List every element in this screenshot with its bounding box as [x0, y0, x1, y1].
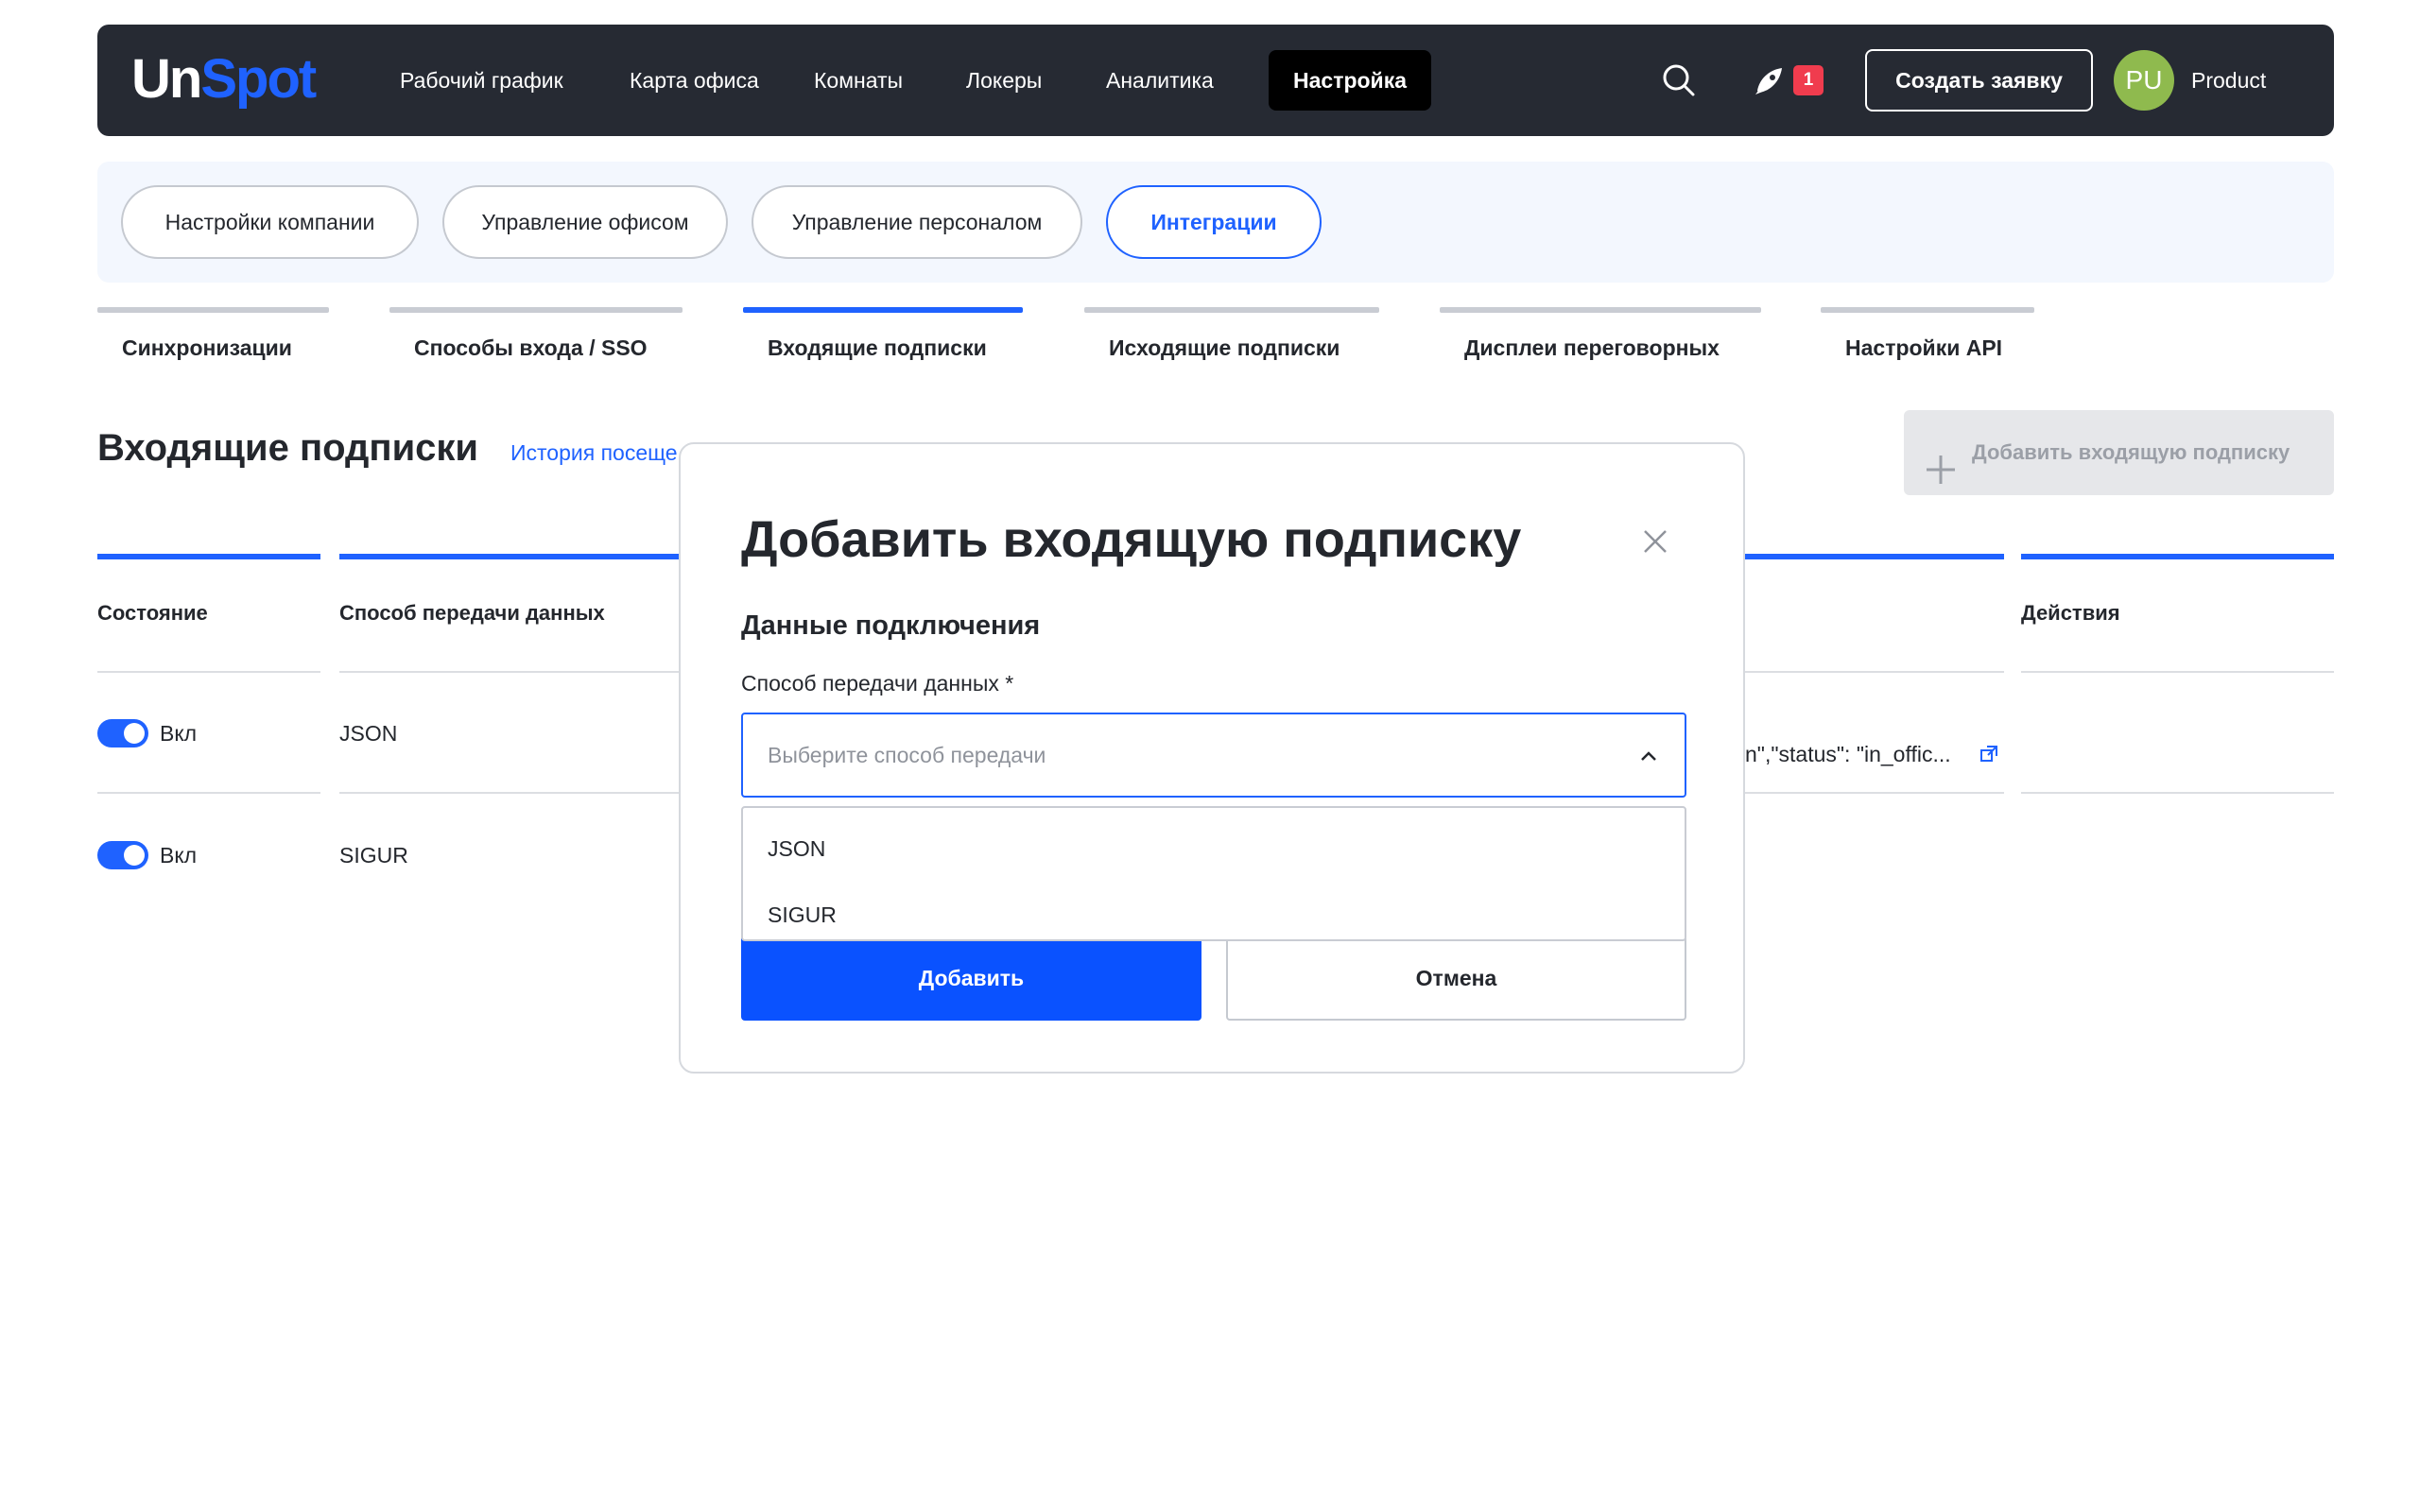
- external-link-icon[interactable]: [1979, 745, 1998, 768]
- settings-section-bar: Настройки компании Управление офисом Упр…: [97, 162, 2334, 283]
- modal-title: Добавить входящую подписку: [741, 511, 1522, 568]
- chevron-up-icon: [1637, 745, 1660, 772]
- tab-incoming-subscriptions[interactable]: Входящие подписки: [743, 307, 1023, 361]
- tab-label: Способы входа / SSO: [414, 335, 648, 360]
- toggle-knob: [124, 723, 145, 744]
- state-toggle[interactable]: [97, 719, 148, 747]
- method-cell: SIGUR: [339, 843, 408, 868]
- close-icon[interactable]: [1641, 527, 1669, 556]
- state-label: Вкл: [160, 721, 198, 746]
- state-toggle[interactable]: [97, 841, 148, 869]
- method-cell: JSON: [339, 721, 398, 746]
- user-avatar[interactable]: PU: [2114, 50, 2174, 111]
- tab-outgoing-subscriptions[interactable]: Исходящие подписки: [1084, 307, 1379, 361]
- column-indicator: [1730, 554, 2004, 559]
- cancel-button[interactable]: Отмена: [1226, 936, 1686, 1021]
- add-subscription-modal: Добавить входящую подписку Данные подклю…: [679, 442, 1745, 1074]
- toggle-knob: [124, 845, 145, 866]
- column-header-actions[interactable]: Действия: [2021, 554, 2334, 626]
- section-office-management[interactable]: Управление офисом: [442, 185, 728, 259]
- top-navbar: UnSpot Рабочий график Карта офиса Комнат…: [97, 25, 2334, 136]
- column-label: Состояние: [97, 601, 208, 625]
- notification-badge: 1: [1793, 65, 1824, 95]
- tab-sync[interactable]: Синхронизации: [97, 307, 329, 361]
- unspot-logo[interactable]: UnSpot: [131, 48, 317, 110]
- add-incoming-subscription-button: Добавить входящую подписку: [1904, 410, 2334, 495]
- column-indicator: [2021, 554, 2334, 559]
- row-divider: [2021, 671, 2334, 673]
- tab-api-settings[interactable]: Настройки API: [1821, 307, 2034, 361]
- page-title: Входящие подписки: [97, 427, 479, 469]
- row-divider: [97, 671, 320, 673]
- transfer-method-label: Способ передачи данных *: [741, 671, 1014, 696]
- tab-indicator: [1821, 307, 2034, 313]
- tab-label: Дисплеи переговорных: [1464, 335, 1720, 360]
- plus-icon: [1925, 437, 1957, 522]
- search-icon[interactable]: [1661, 62, 1697, 103]
- user-name[interactable]: Product: [2191, 50, 2266, 111]
- transfer-method-select[interactable]: Выберите способ передачи: [741, 713, 1686, 798]
- nav-office-map[interactable]: Карта офиса: [605, 50, 784, 111]
- tab-label: Синхронизации: [122, 335, 292, 360]
- nav-work-schedule[interactable]: Рабочий график: [375, 50, 588, 111]
- column-header-method[interactable]: Способ передачи данных: [339, 554, 699, 626]
- row-divider: [97, 792, 320, 794]
- add-button-label: Добавить входящую подписку: [1972, 440, 2290, 464]
- row-divider: [1730, 792, 2004, 794]
- option-json[interactable]: JSON: [768, 836, 825, 862]
- tab-indicator: [1440, 307, 1761, 313]
- create-request-button[interactable]: Создать заявку: [1865, 49, 2093, 112]
- row-divider: [339, 792, 699, 794]
- row-divider: [339, 671, 699, 673]
- logo-part-un: Un: [131, 48, 202, 110]
- payload-preview: n","status": "in_offic...: [1745, 742, 1951, 766]
- section-integrations[interactable]: Интеграции: [1106, 185, 1322, 259]
- section-company-settings[interactable]: Настройки компании: [121, 185, 419, 259]
- row-divider: [1730, 671, 2004, 673]
- tab-label: Входящие подписки: [768, 335, 987, 360]
- rocket-icon[interactable]: [1754, 66, 1786, 101]
- tab-label: Исходящие подписки: [1109, 335, 1340, 360]
- tab-indicator: [97, 307, 329, 313]
- tab-sso[interactable]: Способы входа / SSO: [389, 307, 683, 361]
- select-placeholder: Выберите способ передачи: [768, 743, 1046, 767]
- row-divider: [2021, 792, 2334, 794]
- state-label: Вкл: [160, 843, 198, 868]
- column-indicator: [339, 554, 699, 559]
- nav-analytics[interactable]: Аналитика: [1081, 50, 1238, 111]
- option-sigur[interactable]: SIGUR: [768, 902, 837, 928]
- tab-indicator: [389, 307, 683, 313]
- tab-room-displays[interactable]: Дисплеи переговорных: [1440, 307, 1761, 361]
- logo-part-spot: Spot: [200, 48, 317, 110]
- add-button[interactable]: Добавить: [741, 936, 1201, 1021]
- column-indicator: [97, 554, 320, 559]
- nav-lockers[interactable]: Локеры: [942, 50, 1066, 111]
- visit-history-link[interactable]: История посеще: [510, 440, 678, 466]
- column-label: Способ передачи данных: [339, 601, 605, 625]
- nav-settings[interactable]: Настройка: [1269, 50, 1431, 111]
- tab-label: Настройки API: [1845, 335, 2003, 360]
- column-label: Действия: [2021, 601, 2120, 625]
- tab-indicator: [1084, 307, 1379, 313]
- transfer-method-dropdown: JSON SIGUR: [741, 806, 1686, 941]
- connection-data-heading: Данные подключения: [741, 610, 1041, 641]
- column-header-state[interactable]: Состояние: [97, 554, 320, 626]
- nav-rooms[interactable]: Комнаты: [789, 50, 927, 111]
- column-header-payload: [1730, 554, 2004, 559]
- section-staff-management[interactable]: Управление персоналом: [752, 185, 1082, 259]
- tab-indicator: [743, 307, 1023, 313]
